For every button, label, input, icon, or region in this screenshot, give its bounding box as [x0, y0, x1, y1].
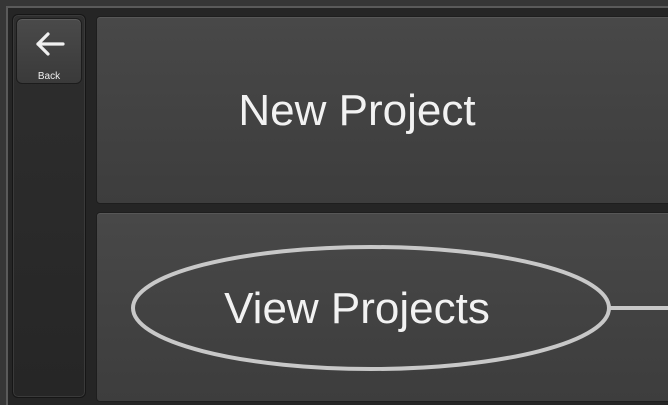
back-button[interactable]: Back — [16, 18, 82, 84]
new-project-label: New Project — [238, 86, 476, 135]
app-frame: Back New Project View Projects — [0, 0, 668, 405]
arrow-left-icon — [36, 32, 65, 56]
view-projects-label: View Projects — [224, 284, 490, 333]
back-label: Back — [37, 71, 61, 82]
new-project-button[interactable]: New Project — [96, 16, 668, 204]
view-projects-button[interactable]: View Projects — [96, 212, 668, 402]
